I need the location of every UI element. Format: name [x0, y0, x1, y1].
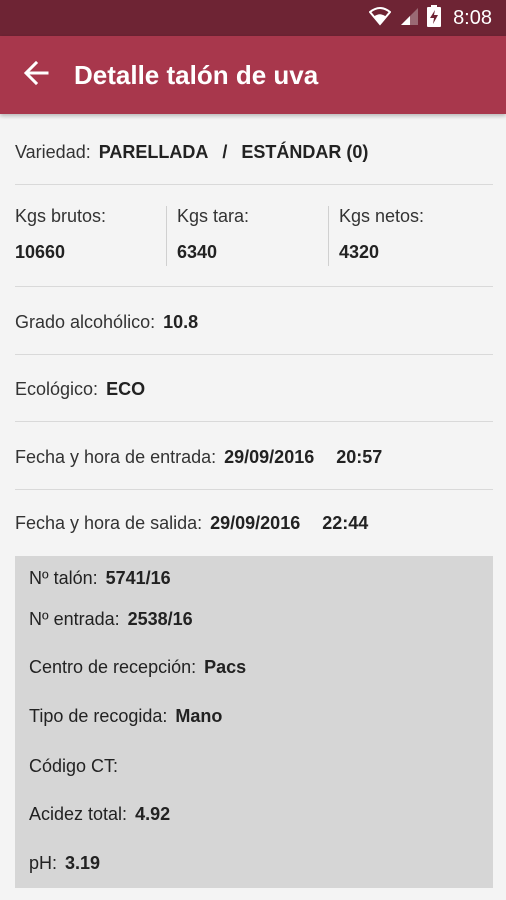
app-bar: Detalle talón de uva [0, 36, 506, 114]
signal-icon [399, 6, 419, 31]
ecological-label: Ecológico: [15, 378, 99, 399]
divider [15, 489, 493, 490]
exit-time: 22:44 [322, 512, 369, 533]
entry-time: 20:57 [336, 446, 383, 467]
net-weight: Kgs netos: 4320 [339, 206, 424, 268]
entry-label: Fecha y hora de entrada: [15, 446, 217, 467]
variety-type: ESTÁNDAR (0) [241, 141, 369, 162]
status-time: 8:08 [453, 6, 492, 29]
variety-label: Variedad: [15, 141, 91, 162]
wifi-icon [368, 6, 392, 31]
net-weight-label: Kgs netos: [339, 206, 425, 226]
tare-weight-label: Kgs tara: [177, 206, 250, 226]
ticket-row: Nº talón: 5741/16 [29, 566, 171, 590]
page-title: Detalle talón de uva [74, 60, 319, 90]
variety-value: PARELLADA [98, 141, 209, 162]
entry-number-value: 2538/16 [127, 608, 193, 629]
reception-center-row: Centro de recepción: Pacs [29, 655, 246, 679]
entry-date: 29/09/2016 [224, 446, 315, 467]
reception-center-label: Centro de recepción: [29, 656, 197, 677]
tare-weight: Kgs tara: 6340 [177, 206, 249, 268]
back-button[interactable] [14, 53, 58, 97]
status-bar: 8:08 [0, 0, 506, 36]
ph-label: pH: [29, 852, 58, 873]
acidity-row: Acidez total: 4.92 [29, 802, 170, 826]
gross-weight: Kgs brutos: 10660 [15, 206, 106, 268]
gross-weight-value: 10660 [15, 242, 66, 262]
acidity-value: 4.92 [135, 803, 171, 824]
net-weight-value: 4320 [339, 242, 380, 262]
exit-row: Fecha y hora de salida: 29/09/2016 22:44 [15, 511, 493, 535]
harvest-type-label: Tipo de recogida: [29, 705, 168, 726]
variety-separator: / [222, 141, 228, 162]
divider [15, 286, 493, 287]
alcohol-value: 10.8 [163, 311, 199, 332]
ph-value: 3.19 [65, 852, 101, 873]
ct-code-label: Código CT: [29, 755, 119, 776]
status-icons: 8:08 [368, 0, 492, 36]
column-separator [166, 206, 167, 266]
variety-row: Variedad: PARELLADA / ESTÁNDAR (0) [15, 140, 493, 164]
acidity-label: Acidez total: [29, 803, 128, 824]
tare-weight-value: 6340 [177, 242, 218, 262]
ticket-label: Nº talón: [29, 567, 98, 588]
battery-charging-icon [427, 4, 442, 32]
entry-number-label: Nº entrada: [29, 608, 120, 629]
entry-number-row: Nº entrada: 2538/16 [29, 607, 193, 631]
ph-row: pH: 3.19 [29, 851, 100, 875]
divider [15, 184, 493, 185]
details-box: Nº talón: 5741/16 Nº entrada: 2538/16 Ce… [15, 556, 493, 888]
divider [15, 354, 493, 355]
arrow-back-icon [23, 60, 49, 91]
ecological-value: ECO [106, 378, 146, 399]
column-separator [328, 206, 329, 266]
exit-label: Fecha y hora de salida: [15, 512, 203, 533]
harvest-type-row: Tipo de recogida: Mano [29, 704, 222, 728]
reception-center-value: Pacs [204, 656, 247, 677]
gross-weight-label: Kgs brutos: [15, 206, 107, 226]
entry-row: Fecha y hora de entrada: 29/09/2016 20:5… [15, 445, 493, 469]
ct-code-row: Código CT: [29, 754, 126, 778]
divider [15, 421, 493, 422]
exit-date: 29/09/2016 [210, 512, 301, 533]
ecological-row: Ecológico: ECO [15, 377, 493, 401]
harvest-type-value: Mano [175, 705, 223, 726]
alcohol-row: Grado alcohólico: 10.8 [15, 310, 493, 334]
ticket-value: 5741/16 [105, 567, 171, 588]
alcohol-label: Grado alcohólico: [15, 311, 156, 332]
